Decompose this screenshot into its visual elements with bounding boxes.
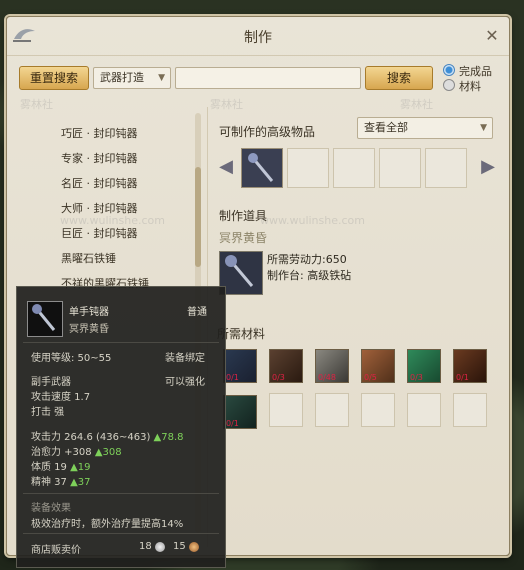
tooltip-price-copper: 15 <box>173 541 186 552</box>
material-count: 0/1 <box>226 419 239 428</box>
tooltip-bind: 装备绑定 <box>165 353 205 364</box>
material-slot[interactable]: 0/3 <box>269 349 303 383</box>
list-scrollbar-thumb[interactable] <box>195 167 201 267</box>
attack-power-up: ▲78.8 <box>153 432 184 443</box>
mace-icon <box>242 149 282 187</box>
advanced-item-slot[interactable] <box>379 148 421 188</box>
tooltip-shop-price-label: 商店贩卖价 <box>31 545 81 556</box>
tooltip-price-silver: 18 <box>139 541 152 552</box>
material-slot-empty <box>315 393 349 427</box>
material-slot-empty <box>269 393 303 427</box>
tooltip-effect-title: 装备效果 <box>31 503 71 514</box>
list-item[interactable]: 巧匠 · 封印钝器 <box>61 125 138 141</box>
tooltip-item-type: 单手钝器 <box>69 307 109 318</box>
spirit-text: 精神 37 <box>31 477 67 488</box>
list-item[interactable]: 黑曜石铁锤 <box>61 250 116 266</box>
spirit-up: ▲37 <box>70 477 91 488</box>
tooltip-attack-power: 攻击力 264.6 (436~463) ▲78.8 <box>31 428 184 443</box>
next-arrow-icon[interactable]: ▶ <box>481 148 495 186</box>
tooltip-stamina: 体质 19 ▲19 <box>31 458 91 473</box>
tooltip-spirit: 精神 37 ▲37 <box>31 473 91 488</box>
tooltip-heal-power: 治愈力 +308 ▲308 <box>31 443 122 458</box>
material-slot[interactable]: 0/1 <box>223 395 257 429</box>
material-count: 0/48 <box>318 373 336 382</box>
station-text: 制作台: 高级铁砧 <box>267 269 352 282</box>
prev-arrow-icon[interactable]: ◀ <box>219 148 233 186</box>
material-slot-empty <box>407 393 441 427</box>
divider <box>23 493 219 494</box>
tooltip-strike: 打击 强 <box>31 407 65 418</box>
material-slot[interactable]: 0/1 <box>223 349 257 383</box>
heal-power-up: ▲308 <box>94 447 122 458</box>
tooltip-level-req: 使用等级: 50~55 <box>31 353 112 364</box>
chevron-down-icon: ▼ <box>480 123 487 133</box>
material-count: 0/3 <box>272 373 285 382</box>
divider <box>23 342 219 343</box>
tooltip-item-name: 冥界黄昏 <box>69 324 109 335</box>
item-tooltip: 单手钝器 普通 冥界黄昏 使用等级: 50~55 装备绑定 副手武器 可以强化 … <box>16 286 226 568</box>
radio-materials-label: 材料 <box>459 80 481 93</box>
search-button[interactable]: 搜索 <box>365 66 433 90</box>
list-item[interactable]: 名匠 · 封印钝器 <box>61 175 138 191</box>
tooltip-attack-speed: 攻击速度 1.7 <box>31 392 91 403</box>
material-slot-empty <box>361 393 395 427</box>
attack-power-text: 攻击力 264.6 (436~463) <box>31 432 151 443</box>
material-count: 0/1 <box>226 373 239 382</box>
labor-text: 所需劳动力:650 <box>267 253 347 266</box>
advanced-item-slot[interactable] <box>287 148 329 188</box>
material-count: 0/3 <box>410 373 423 382</box>
radio-materials[interactable]: 材料 <box>443 78 481 94</box>
tooltip-grade: 普通 <box>187 307 207 318</box>
list-item[interactable]: 巨匠 · 封印钝器 <box>61 225 138 241</box>
advanced-item-slot[interactable] <box>241 148 283 188</box>
advanced-item-slot[interactable] <box>333 148 375 188</box>
heal-power-text: 治愈力 +308 <box>31 447 92 458</box>
list-item[interactable]: 大师 · 封印钝器 <box>61 200 138 216</box>
chevron-down-icon: ▼ <box>158 73 165 83</box>
reset-search-button[interactable]: 重置搜索 <box>19 66 89 90</box>
radio-finished-label: 完成品 <box>459 65 492 78</box>
crafted-item-name: 冥界黄昏 <box>219 231 268 245</box>
tooltip-effect-text: 极效治疗时，额外治疗量提高14% <box>31 519 184 530</box>
filter-select[interactable]: 查看全部 ▼ <box>357 117 493 139</box>
radio-selected-icon <box>443 64 455 76</box>
close-icon[interactable]: ✕ <box>481 25 503 47</box>
tooltip-can-enhance: 可以强化 <box>165 377 205 388</box>
material-slot[interactable]: 0/1 <box>453 349 487 383</box>
material-slot[interactable]: 0/3 <box>407 349 441 383</box>
category-select[interactable]: 武器打造 ▼ <box>93 67 171 89</box>
stamina-text: 体质 19 <box>31 462 67 473</box>
copper-coin-icon <box>189 542 199 552</box>
tool-title: 制作道具 <box>219 209 268 223</box>
tooltip-item-slot <box>27 301 63 337</box>
material-slot[interactable]: 0/48 <box>315 349 349 383</box>
search-input[interactable] <box>175 67 361 89</box>
filter-select-value: 查看全部 <box>364 121 408 134</box>
tooltip-slot: 副手武器 <box>31 377 71 388</box>
material-count: 0/1 <box>456 373 469 382</box>
radio-unselected-icon <box>443 79 455 91</box>
silver-coin-icon <box>155 542 165 552</box>
window-title: 制作 <box>244 30 272 46</box>
mace-icon <box>32 304 56 331</box>
radio-finished[interactable]: 完成品 <box>443 63 492 79</box>
list-item[interactable]: 专家 · 封印钝器 <box>61 150 138 166</box>
material-count: 0/5 <box>364 373 377 382</box>
advanced-item-slot[interactable] <box>425 148 467 188</box>
window-titlebar: 制作 ✕ <box>7 17 509 56</box>
divider <box>23 533 219 534</box>
material-slot-empty <box>453 393 487 427</box>
mace-icon <box>225 255 254 287</box>
advanced-items-title: 可制作的高级物品 <box>219 125 316 139</box>
material-slot[interactable]: 0/5 <box>361 349 395 383</box>
stamina-up: ▲19 <box>70 462 91 473</box>
category-select-value: 武器打造 <box>100 71 144 84</box>
